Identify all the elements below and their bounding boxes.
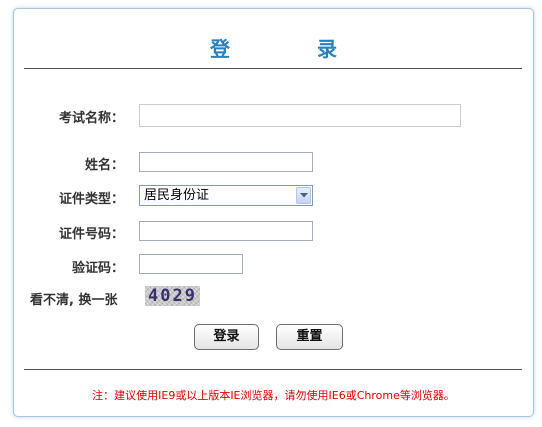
- captcha-field[interactable]: [139, 254, 243, 274]
- exam-name-label: 考试名称：: [58, 111, 124, 126]
- reset-button[interactable]: 重置: [276, 324, 343, 350]
- title-divider: [24, 68, 522, 69]
- id-type-selected-value: 居民身份证: [144, 188, 210, 203]
- captcha-label: 验证码：: [71, 261, 124, 276]
- name-label: 姓名：: [84, 158, 124, 173]
- login-button[interactable]: 登录: [194, 324, 259, 350]
- browser-note: 注：建议使用IE9或以上版本IE浏览器，请勿使用IE6或Chrome等浏览器。: [92, 389, 455, 402]
- dropdown-arrow-icon[interactable]: [296, 187, 311, 204]
- exam-name-field[interactable]: [139, 104, 461, 127]
- footer-divider: [24, 369, 522, 370]
- refresh-captcha-link[interactable]: 看不清, 换一张: [30, 289, 117, 308]
- id-type-select[interactable]: 居民身份证: [139, 185, 313, 206]
- id-number-label: 证件号码：: [58, 227, 124, 242]
- name-field[interactable]: [139, 152, 313, 172]
- page-title: 登 录: [210, 37, 377, 61]
- id-number-field[interactable]: [139, 221, 313, 241]
- captcha-image[interactable]: 4029: [145, 286, 200, 306]
- id-type-label: 证件类型：: [58, 192, 124, 207]
- login-panel: 登 录 考试名称： 姓名： 证件类型： 居民身份证 证件号码： 验证码： 看不清…: [13, 8, 534, 417]
